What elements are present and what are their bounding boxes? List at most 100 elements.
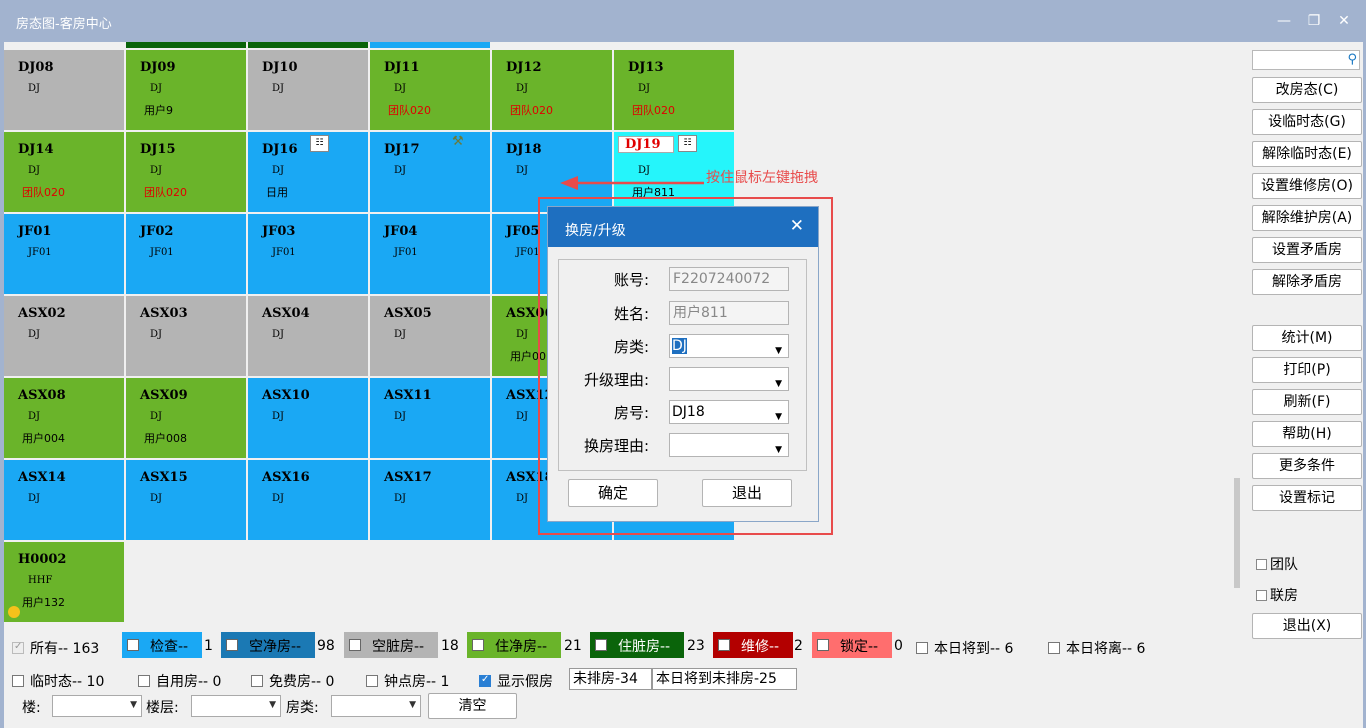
close-button[interactable]: ✕ [1333, 10, 1355, 32]
arrive-unassigned-indicator[interactable]: 本日将到未排房-25 [652, 668, 797, 690]
room-cell[interactable]: ASX10 DJ [248, 378, 368, 458]
room-cell[interactable]: DJ12 DJ 团队020 [492, 50, 612, 130]
checkbox-box[interactable] [718, 639, 730, 651]
refresh-button[interactable]: 刷新(F) [1252, 389, 1362, 415]
temp-status-checkbox[interactable]: 临时态-- 10 [12, 671, 104, 691]
legend-occupied-clean[interactable]: 住净房-- [467, 632, 561, 658]
room-cell[interactable]: DJ15 DJ 团队020 [126, 132, 246, 212]
room-cell[interactable]: DJ16 DJ 日用 ☷ [248, 132, 368, 212]
room-cell[interactable]: JF02 JF01 [126, 214, 246, 294]
checkbox-box[interactable] [12, 675, 24, 687]
room-cell[interactable]: ASX08 DJ 用户004 [4, 378, 124, 458]
search-input[interactable]: ⚲ [1252, 50, 1360, 70]
exit-button[interactable]: 退出(X) [1252, 613, 1362, 639]
close-icon[interactable]: ✕ [790, 216, 804, 236]
room-cell[interactable]: ASX05 DJ [370, 296, 490, 376]
checkbox-box[interactable] [251, 675, 263, 687]
clear-temp-status-button[interactable]: 解除临时态(E) [1252, 141, 1362, 167]
unassigned-indicator[interactable]: 未排房-34 [569, 668, 652, 690]
room-cell[interactable]: JF01 JF01 [4, 214, 124, 294]
change-reason-select[interactable]: ▼ [669, 433, 789, 457]
checkbox-box[interactable] [1256, 559, 1267, 570]
leave-today-checkbox[interactable]: 本日将离-- 6 [1048, 638, 1145, 658]
restore-button[interactable]: ❐ [1303, 10, 1325, 32]
checkbox-box[interactable] [817, 639, 829, 651]
arrive-today-checkbox[interactable]: 本日将到-- 6 [916, 638, 1013, 658]
floor-select[interactable]: ▼ [191, 695, 281, 717]
statistics-button[interactable]: 统计(M) [1252, 325, 1362, 351]
board-scrollbar[interactable] [1232, 42, 1240, 624]
set-mark-button[interactable]: 设置标记 [1252, 485, 1362, 511]
show-fake-room-checkbox[interactable]: 显示假房 [479, 671, 553, 691]
checkbox-box[interactable] [349, 639, 361, 651]
upgrade-reason-select[interactable]: ▼ [669, 367, 789, 391]
checkbox-box[interactable] [916, 642, 928, 654]
room-cell[interactable]: DJ10 DJ [248, 50, 368, 130]
room-cell[interactable]: DJ08 DJ [4, 50, 124, 130]
legend-vacant-clean[interactable]: 空净房-- [221, 632, 315, 658]
drag-hint-text: 按住鼠标左键拖拽 [706, 170, 818, 186]
self-use-checkbox[interactable]: 自用房-- 0 [138, 671, 221, 691]
checkbox-box[interactable] [366, 675, 378, 687]
room-cell[interactable]: ASX11 DJ [370, 378, 490, 458]
checkbox-box[interactable] [1048, 642, 1060, 654]
room-cell[interactable]: ASX02 DJ [4, 296, 124, 376]
room-cell[interactable]: ASX03 DJ [126, 296, 246, 376]
scrollbar-thumb[interactable] [1234, 478, 1240, 588]
legend-occupied-dirty[interactable]: 住脏房-- [590, 632, 684, 658]
room-cell[interactable]: DJ13 DJ 团队020 [614, 50, 734, 130]
clear-conflict-button[interactable]: 解除矛盾房 [1252, 269, 1362, 295]
help-button[interactable]: 帮助(H) [1252, 421, 1362, 447]
room-cell[interactable]: JF04 JF01 [370, 214, 490, 294]
set-temp-status-button[interactable]: 设临时态(G) [1252, 109, 1362, 135]
checkbox-box[interactable] [127, 639, 139, 651]
dialog-exit-button[interactable]: 退出 [702, 479, 792, 507]
account-field[interactable]: F2207240072 [669, 267, 789, 291]
minimize-button[interactable]: — [1273, 10, 1295, 32]
legend-vacant-dirty[interactable]: 空脏房-- [344, 632, 438, 658]
room-cell[interactable]: ASX09 DJ 用户008 [126, 378, 246, 458]
checkbox-box[interactable] [595, 639, 607, 651]
room-cell[interactable]: ASX15 DJ [126, 460, 246, 540]
linked-room-checkbox[interactable]: 联房 [1256, 585, 1298, 605]
more-conditions-button[interactable]: 更多条件 [1252, 453, 1362, 479]
checkbox-box[interactable] [472, 639, 484, 651]
room-cell[interactable]: DJ14 DJ 团队020 [4, 132, 124, 212]
building-select[interactable]: ▼ [52, 695, 142, 717]
room-cell[interactable]: H0002 HHF 用户132 [4, 542, 124, 622]
room-cell[interactable]: ASX04 DJ [248, 296, 368, 376]
search-icon[interactable]: ⚲ [1347, 52, 1357, 67]
room-cell[interactable]: DJ09 DJ 用户9 [126, 50, 246, 130]
legend-repair[interactable]: 维修-- [713, 632, 793, 658]
window-title: 房态图-客房中心 [16, 17, 112, 32]
roomtype-filter-select[interactable]: ▼ [331, 695, 421, 717]
name-field[interactable]: 用户811 [669, 301, 789, 325]
set-conflict-button[interactable]: 设置矛盾房 [1252, 237, 1362, 263]
legend-check[interactable]: 检查-- [122, 632, 202, 658]
room-type: DJ [394, 493, 407, 504]
clear-maintenance-button[interactable]: 解除维护房(A) [1252, 205, 1362, 231]
room-cell[interactable]: ASX14 DJ [4, 460, 124, 540]
free-room-checkbox[interactable]: 免费房-- 0 [251, 671, 334, 691]
legend-locked[interactable]: 锁定-- [812, 632, 892, 658]
team-checkbox[interactable]: 团队 [1256, 554, 1298, 574]
all-checkbox[interactable]: 所有-- 163 [12, 638, 99, 658]
checkbox-box[interactable] [479, 674, 491, 687]
room-cell[interactable]: JF03 JF01 [248, 214, 368, 294]
hourly-room-checkbox[interactable]: 钟点房-- 1 [366, 671, 449, 691]
checkbox-box[interactable] [138, 675, 150, 687]
roomtype-select[interactable]: DJ ▼ [669, 334, 789, 358]
room-cell[interactable]: ASX17 DJ [370, 460, 490, 540]
room-cell[interactable]: DJ11 DJ 团队020 [370, 50, 490, 130]
print-button[interactable]: 打印(P) [1252, 357, 1362, 383]
room-cell[interactable]: ASX16 DJ [248, 460, 368, 540]
ok-button[interactable]: 确定 [568, 479, 658, 507]
room-number-select[interactable]: DJ18 ▼ [669, 400, 789, 424]
checkbox-box[interactable] [12, 641, 24, 654]
checkbox-box[interactable] [1256, 590, 1267, 601]
room-cell[interactable]: DJ17 DJ ⚒ [370, 132, 490, 212]
clear-button[interactable]: 清空 [428, 693, 517, 719]
change-status-button[interactable]: 改房态(C) [1252, 77, 1362, 103]
checkbox-box[interactable] [226, 639, 238, 651]
set-repair-button[interactable]: 设置维修房(O) [1252, 173, 1362, 199]
